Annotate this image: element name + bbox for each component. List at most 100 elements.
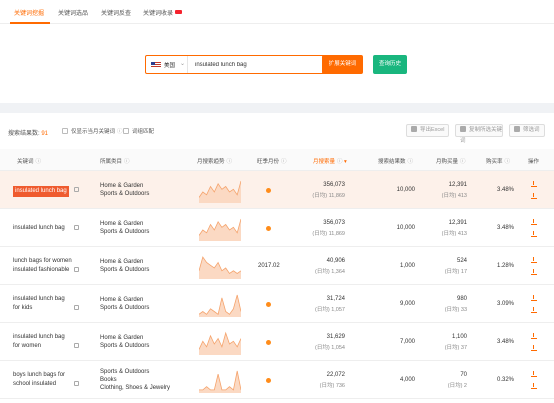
export-label: 导出Excel bbox=[420, 127, 445, 133]
search-trend-sparkline bbox=[199, 294, 241, 317]
category-cell: Home & Garden Sports & Outdoors bbox=[100, 296, 149, 312]
category-text: Home & Garden bbox=[100, 183, 144, 189]
monthly-search-value: 356,073 bbox=[323, 182, 345, 188]
keyword-cell[interactable]: insulated lunch bag for women bbox=[13, 333, 65, 351]
trend-chart-icon[interactable] bbox=[531, 333, 537, 339]
daily-search-value: (日均) 11,869 bbox=[312, 193, 345, 199]
only-current-month-checkbox[interactable]: 仅显示当月关键词 ⓘ bbox=[62, 127, 123, 135]
category-cell: Home & Garden Sports & Outdoors bbox=[100, 258, 149, 274]
external-link-icon[interactable] bbox=[74, 225, 79, 230]
download-icon[interactable] bbox=[531, 383, 537, 389]
export-excel-button[interactable]: 导出Excel bbox=[406, 124, 449, 137]
category-cell: Home & Garden Sports & Outdoors bbox=[100, 334, 149, 350]
download-icon[interactable] bbox=[531, 269, 537, 275]
daily-search-value: (日均) 736 bbox=[319, 383, 345, 389]
season-dot-icon bbox=[266, 226, 271, 231]
purchase-rate-value: 1.28% bbox=[496, 263, 514, 269]
trend-chart-icon[interactable] bbox=[531, 295, 537, 301]
search-results-value: 9,000 bbox=[399, 301, 415, 307]
help-icon: ⓘ bbox=[504, 159, 511, 165]
category-cell: Home & Garden Sports & Outdoors bbox=[100, 182, 149, 198]
trend-chart-icon[interactable] bbox=[531, 219, 537, 225]
keyword-text: insulated lunch bag bbox=[13, 334, 65, 340]
table-row[interactable]: insulated lunch bag for kids Home & Garden… bbox=[0, 285, 554, 323]
external-link-icon[interactable] bbox=[74, 381, 79, 386]
download-icon[interactable] bbox=[531, 193, 537, 199]
col-trend: 月搜索趋势 ⓘ bbox=[197, 157, 232, 165]
category-text: Home & Garden bbox=[100, 335, 144, 341]
category-text: Clothing, Shoes & Jewelry bbox=[100, 385, 171, 391]
col-actions: 操作 bbox=[528, 159, 540, 165]
external-link-icon[interactable] bbox=[74, 343, 79, 348]
keyword-cell[interactable]: insulated lunch bag bbox=[13, 224, 65, 233]
col-search-results[interactable]: 搜索结果数 ⓘ bbox=[378, 157, 413, 165]
download-icon[interactable] bbox=[531, 345, 537, 351]
expand-keywords-button[interactable]: 扩展关键词 bbox=[322, 55, 363, 74]
purchase-rate-value: 3.48% bbox=[496, 225, 514, 231]
tab-keyword-index[interactable]: 关键词收录 bbox=[143, 8, 183, 17]
search-trend-sparkline bbox=[199, 256, 241, 279]
monthly-search-value: 22,072 bbox=[326, 372, 345, 378]
help-icon: ⓘ bbox=[281, 159, 287, 165]
trend-chart-icon[interactable] bbox=[531, 371, 537, 377]
keyword-text: boys lunch bags for bbox=[13, 372, 66, 378]
col-monthly-purchase[interactable]: 月购买量 ⓘ bbox=[436, 157, 466, 165]
external-link-icon[interactable] bbox=[74, 305, 79, 310]
category-text: Books bbox=[100, 377, 117, 383]
external-link-icon[interactable] bbox=[74, 267, 79, 272]
table-row[interactable]: insulated lunch bag for women Home & Garde… bbox=[0, 323, 554, 361]
table-row[interactable]: lunch bags for women insulated fashionabl… bbox=[0, 247, 554, 285]
tab-keyword-mining[interactable]: 关键词挖掘 bbox=[14, 8, 44, 17]
purchase-rate-value: 0.32% bbox=[496, 377, 514, 383]
keyword-text: insulated fashionable bbox=[13, 267, 70, 273]
download-icon[interactable] bbox=[531, 307, 537, 313]
search-results-value: 10,000 bbox=[396, 187, 415, 193]
only-current-month-label: 仅显示当月关键词 bbox=[71, 129, 116, 135]
new-badge bbox=[175, 10, 183, 14]
result-count: 搜索结果数: 91 bbox=[8, 128, 48, 137]
help-icon: ⓘ bbox=[124, 159, 130, 165]
category-text: Sports & Outdoors bbox=[100, 229, 150, 235]
keyword-cell[interactable]: insulated lunch bag for kids bbox=[13, 295, 65, 313]
help-icon: ⓘ bbox=[35, 159, 42, 165]
keyword-text: insulated lunch bag bbox=[13, 224, 65, 231]
tab-bar: 关键词挖掘 关键词选品 关键词反查 关键词收录 bbox=[0, 0, 554, 24]
query-history-button[interactable]: 查询历史 bbox=[373, 55, 407, 74]
keyword-cell[interactable]: insulated lunch bag bbox=[13, 185, 69, 197]
col-monthly-search[interactable]: 月搜索量 ⓘ ▾ bbox=[313, 157, 347, 165]
us-flag-icon bbox=[151, 62, 161, 68]
search-trend-sparkline bbox=[199, 218, 241, 241]
keyword-cell[interactable]: boys lunch bags for school insulated bbox=[13, 371, 65, 389]
col-season-label: 旺季月份 bbox=[257, 159, 280, 165]
search-results-value: 10,000 bbox=[396, 225, 415, 231]
tab-keyword-reverse[interactable]: 关键词反查 bbox=[101, 8, 131, 17]
active-tab-indicator bbox=[10, 22, 50, 24]
col-purchase-rate[interactable]: 购买率 ⓘ bbox=[486, 157, 510, 165]
col-category-label: 所属类目 bbox=[100, 159, 123, 165]
daily-search-value: (日均) 1,054 bbox=[315, 345, 345, 351]
table-row[interactable]: insulated lunch bag Home & Garden Sports &… bbox=[0, 171, 554, 209]
category-cell: Home & Garden Sports & Outdoors bbox=[100, 220, 149, 236]
export-icon bbox=[411, 126, 417, 132]
keyword-text: school insulated bbox=[13, 381, 57, 387]
trend-chart-icon[interactable] bbox=[531, 181, 537, 187]
category-text: Home & Garden bbox=[100, 259, 144, 265]
copy-keywords-button[interactable]: 复制所选关键词 bbox=[455, 124, 503, 144]
trend-chart-icon[interactable] bbox=[531, 257, 537, 263]
fuzzy-match-checkbox[interactable]: 词组匹配 bbox=[123, 127, 154, 135]
category-text: Sports & Outdoors bbox=[100, 305, 150, 311]
daily-search-value: (日均) 11,869 bbox=[312, 231, 345, 237]
download-icon[interactable] bbox=[531, 231, 537, 237]
country-select[interactable]: 美国 ⌄ bbox=[146, 56, 188, 73]
tab-keyword-selection[interactable]: 关键词选品 bbox=[58, 8, 88, 17]
table-row[interactable]: insulated lunch bag Home & Garden Sports &… bbox=[0, 209, 554, 247]
category-text: Home & Garden bbox=[100, 221, 144, 227]
daily-search-value: (日均) 1,364 bbox=[315, 269, 345, 275]
external-link-icon[interactable] bbox=[74, 187, 79, 192]
top-panel: 关键词挖掘 关键词选品 关键词反查 关键词收录 美国 ⌄ 扩展关键词 查询历史 bbox=[0, 0, 554, 103]
table-row[interactable]: boys lunch bags for school insulated Sport… bbox=[0, 361, 554, 399]
search-trend-sparkline bbox=[199, 180, 241, 203]
filter-words-button[interactable]: 筛选词 bbox=[509, 124, 545, 137]
keyword-cell[interactable]: lunch bags for women insulated fashionabl… bbox=[13, 257, 72, 275]
col-keyword-label: 关键词 bbox=[17, 159, 34, 165]
